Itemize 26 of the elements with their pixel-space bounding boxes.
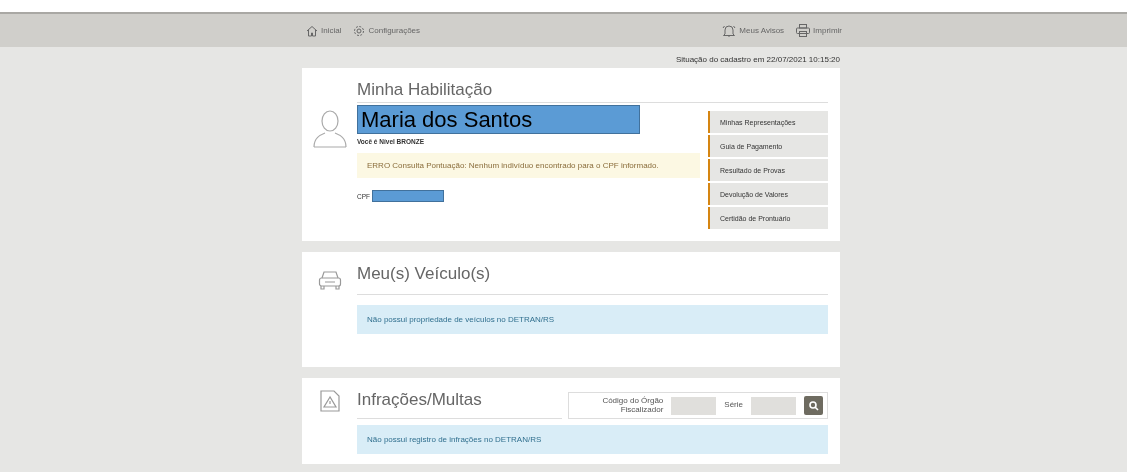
home-icon	[306, 24, 318, 37]
card-title: Meu(s) Veículo(s)	[357, 264, 828, 295]
info-alert: Não possui registro de infrações no DETRAN/RS	[357, 425, 828, 454]
nav-link[interactable]: Meus Avisos	[722, 24, 785, 37]
search-button[interactable]	[804, 396, 823, 415]
redaction-bar	[372, 190, 444, 202]
status-text: Situação do cadastro em 22/07/2021 10:15:20	[674, 54, 840, 66]
card-title: Infrações/Multas	[357, 390, 562, 419]
bell-icon	[722, 24, 737, 37]
nav-link[interactable]: Inicial	[306, 24, 342, 37]
car-icon	[317, 270, 342, 290]
user-name: Maria dos Santos	[357, 105, 640, 134]
info-alert: Não possui propriedade de veículos no DETRAN/RS	[357, 305, 828, 334]
input-field[interactable]	[751, 396, 796, 415]
warning-document-icon	[319, 390, 340, 412]
settings-icon	[353, 24, 366, 37]
printer-icon	[796, 24, 811, 37]
search-icon	[808, 400, 819, 411]
error-alert: ERRO Consulta Pontuação: Nenhum indivíduo encontrado para o CPF informado.	[357, 153, 700, 178]
nav-link[interactable]: Configurações	[353, 24, 421, 37]
field-label: Série	[724, 401, 743, 410]
user-icon	[312, 110, 347, 148]
card-title: Minha Habilitação	[357, 80, 828, 103]
field-label: Código do Órgão Fiscalizador	[601, 396, 664, 415]
input-field[interactable]	[671, 396, 717, 415]
nav-link[interactable]: Imprimir	[796, 24, 842, 37]
